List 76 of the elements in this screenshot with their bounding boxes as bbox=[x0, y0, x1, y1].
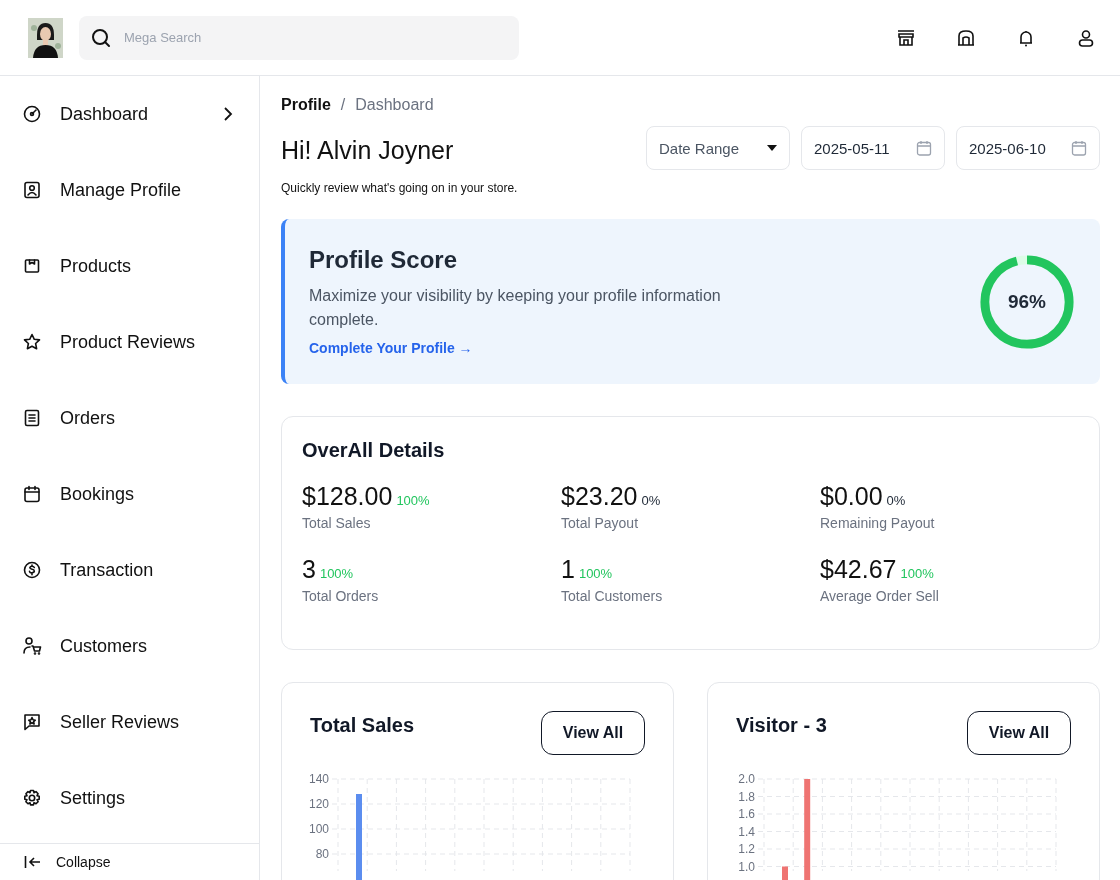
box-icon bbox=[22, 256, 42, 276]
sidebar-item[interactable]: Customers bbox=[0, 608, 259, 684]
profile-card-icon bbox=[22, 180, 42, 200]
chart-bar bbox=[782, 866, 788, 880]
stat-label: Remaining Payout bbox=[820, 515, 936, 531]
axis-tick-label: 1.4 bbox=[738, 824, 755, 839]
collapse-icon bbox=[24, 855, 42, 869]
page-subtitle: Quickly review what's going on in your store. bbox=[281, 181, 518, 195]
caret-icon bbox=[767, 145, 777, 151]
chart-title: Visitor - 3 bbox=[736, 714, 827, 738]
stat-value: 3 bbox=[302, 555, 316, 584]
breadcrumb-item: / bbox=[340, 96, 346, 114]
breadcrumb-item[interactable]: Profile bbox=[281, 96, 331, 114]
axis-tick-label: 1.0 bbox=[738, 859, 755, 874]
sidebar-item[interactable]: Dashboard bbox=[0, 76, 259, 152]
end-date-field[interactable]: 2025-06-10 bbox=[956, 126, 1100, 170]
stat-label: Total Payout bbox=[561, 515, 640, 531]
store-icon[interactable] bbox=[896, 27, 916, 48]
axis-tick-label: 80 bbox=[315, 847, 329, 861]
calendar-icon bbox=[22, 484, 42, 504]
view-all-button[interactable]: View All bbox=[541, 711, 645, 755]
sidebar-item[interactable]: Settings bbox=[0, 760, 259, 836]
sidebar-item[interactable]: Manage Profile bbox=[0, 152, 259, 228]
page-title: Hi! Alvin Joyner bbox=[281, 136, 455, 165]
score-reading: 96% bbox=[1007, 290, 1047, 313]
sidebar-item[interactable]: Bookings bbox=[0, 456, 259, 532]
stat-change: 100% bbox=[578, 566, 613, 581]
stat-change: 100% bbox=[319, 566, 354, 581]
stat-value: $42.67 bbox=[820, 555, 897, 584]
stat-value: $128.00 bbox=[302, 482, 393, 511]
start-date-field[interactable]: 2025-05-11 bbox=[801, 126, 945, 170]
person-cart-icon bbox=[22, 636, 42, 656]
axis-tick-label: 1.6 bbox=[738, 807, 755, 821]
card-title: OverAll Details bbox=[302, 439, 446, 462]
shop-front-icon[interactable] bbox=[956, 27, 976, 48]
chart-title: Total Sales bbox=[310, 714, 415, 738]
dashboard-icon bbox=[22, 104, 42, 124]
document-icon bbox=[22, 408, 42, 428]
collapse-button[interactable]: Collapse bbox=[0, 843, 259, 880]
sidebar-item[interactable]: Seller Reviews bbox=[0, 684, 259, 760]
stat-label: Total Sales bbox=[302, 515, 372, 531]
sidebar-item[interactable]: Transaction bbox=[0, 532, 259, 608]
stat-value: $0.00 bbox=[820, 482, 883, 511]
sidebar-item[interactable]: Products bbox=[0, 228, 259, 304]
search-icon bbox=[91, 27, 111, 48]
banner-title: Profile Score bbox=[309, 246, 459, 274]
axis-tick-label: 100 bbox=[308, 822, 329, 836]
search-field[interactable]: Mega Search bbox=[79, 15, 519, 60]
sidebar-item[interactable]: Orders bbox=[0, 380, 259, 456]
complete-profile-link[interactable]: Complete Your Profile → bbox=[309, 340, 473, 356]
stat-change: 0% bbox=[641, 493, 661, 508]
star-icon bbox=[22, 332, 42, 352]
stat-label: Total Customers bbox=[561, 588, 664, 604]
calendar-icon bbox=[916, 140, 932, 156]
user-icon[interactable] bbox=[1076, 27, 1096, 48]
settings-icon bbox=[22, 788, 42, 808]
stat-value: 1 bbox=[561, 555, 575, 584]
axis-tick-label: 120 bbox=[308, 797, 329, 811]
axis-tick-label: 2.0 bbox=[738, 772, 755, 786]
chat-star-icon bbox=[22, 712, 42, 732]
axis-tick-label: 1.8 bbox=[738, 789, 755, 804]
sidebar-item[interactable]: Product Reviews bbox=[0, 304, 259, 380]
stat-label: Average Order Sell bbox=[820, 588, 940, 604]
axis-tick-label: 1.2 bbox=[738, 842, 755, 856]
stat-change: 100% bbox=[900, 566, 934, 581]
dollar-icon bbox=[22, 560, 42, 580]
view-all-button[interactable]: View All bbox=[967, 711, 1071, 755]
date-range-select[interactable]: Date Range bbox=[646, 126, 790, 170]
stat-change: 100% bbox=[396, 493, 430, 508]
axis-tick-label: 140 bbox=[308, 772, 329, 786]
stat-value: $23.20 bbox=[561, 482, 638, 511]
stat-label: Total Orders bbox=[302, 588, 380, 604]
stat-change: 0% bbox=[886, 493, 906, 508]
banner-text: Maximize your visibility by keeping your profile information complete. bbox=[309, 286, 722, 330]
breadcrumb-item: Dashboard bbox=[355, 96, 434, 114]
calendar-icon bbox=[1071, 140, 1087, 156]
